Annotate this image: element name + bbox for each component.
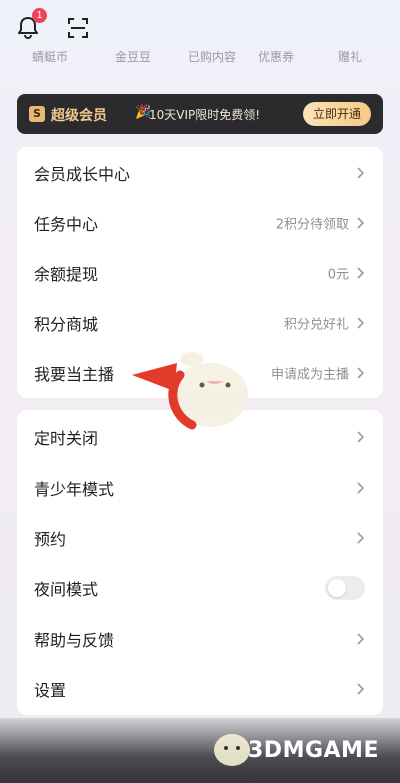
menu-item-label: 任务中心: [34, 215, 99, 234]
menu-item-label: 夜间模式: [34, 580, 99, 599]
vip-banner[interactable]: S 超级会员 🎉 10天VIP限时免费领! 立即开通: [17, 94, 383, 134]
menu-item-label: 会员成长中心: [34, 165, 131, 184]
menu-item-label: 帮助与反馈: [34, 631, 115, 650]
chevron-right-icon: [357, 683, 365, 695]
quick-link[interactable]: 赠礼: [338, 48, 362, 65]
menu-item-help-feedback[interactable]: 帮助与反馈: [17, 614, 383, 664]
menu-item-label: 定时关闭: [34, 429, 99, 448]
menu-item-reservation[interactable]: 预约: [17, 513, 383, 563]
chevron-right-icon: [357, 167, 365, 179]
quick-links: 蜻蜓币 金豆豆 已购内容 优惠券 赠礼: [0, 48, 400, 68]
menu-item-withdraw[interactable]: 余额提现 0元: [17, 248, 383, 298]
menu-item-value: 积分兑好礼: [283, 317, 349, 333]
menu-item-label: 我要当主播: [34, 365, 115, 384]
quick-link[interactable]: 蜻蜓币: [32, 48, 68, 65]
menu-item-points-mall[interactable]: 积分商城 积分兑好礼: [17, 298, 383, 348]
chevron-right-icon: [357, 367, 365, 379]
menu-item-label: 积分商城: [34, 315, 99, 334]
chevron-right-icon: [357, 317, 365, 329]
watermark-text: 3DMGAME: [248, 738, 379, 763]
chevron-right-icon: [357, 217, 365, 229]
chevron-right-icon: [357, 482, 365, 494]
quick-link[interactable]: 优惠券: [258, 48, 294, 65]
menu-card-secondary: 定时关闭 青少年模式 预约 夜间模式 帮助与反馈 设置: [17, 410, 383, 715]
menu-item-settings[interactable]: 设置: [17, 664, 383, 714]
menu-item-label: 余额提现: [34, 265, 99, 284]
menu-item-label: 设置: [34, 681, 67, 700]
night-mode-toggle[interactable]: [325, 576, 365, 600]
menu-item-teen-mode[interactable]: 青少年模式: [17, 463, 383, 513]
chevron-right-icon: [357, 431, 365, 443]
top-bar: 1: [14, 8, 134, 46]
quick-link[interactable]: 已购内容: [188, 48, 236, 65]
chevron-right-icon: [357, 532, 365, 544]
menu-item-night-mode: 夜间模式: [17, 563, 383, 613]
menu-item-label: 预约: [34, 530, 67, 549]
menu-item-member-growth[interactable]: 会员成长中心: [17, 148, 383, 198]
notification-badge: 1: [32, 8, 47, 23]
quick-link[interactable]: 金豆豆: [115, 48, 151, 65]
toggle-knob: [328, 579, 346, 597]
vip-title: 超级会员: [51, 108, 107, 124]
menu-item-label: 青少年模式: [34, 480, 115, 499]
chevron-right-icon: [357, 267, 365, 279]
scan-icon[interactable]: [66, 16, 90, 40]
vip-shop-icon: S: [29, 106, 45, 122]
menu-item-task-center[interactable]: 任务中心 2积分待领取: [17, 198, 383, 248]
menu-item-value: 0元: [327, 267, 349, 283]
menu-item-value: 2积分待领取: [275, 217, 349, 233]
chevron-right-icon: [357, 633, 365, 645]
mascot-arrow-annotation: [132, 352, 248, 430]
open-vip-button[interactable]: 立即开通: [302, 102, 371, 126]
menu-item-value: 申请成为主播: [270, 367, 349, 383]
vip-promo-text: 10天VIP限时免费领!: [149, 108, 261, 122]
